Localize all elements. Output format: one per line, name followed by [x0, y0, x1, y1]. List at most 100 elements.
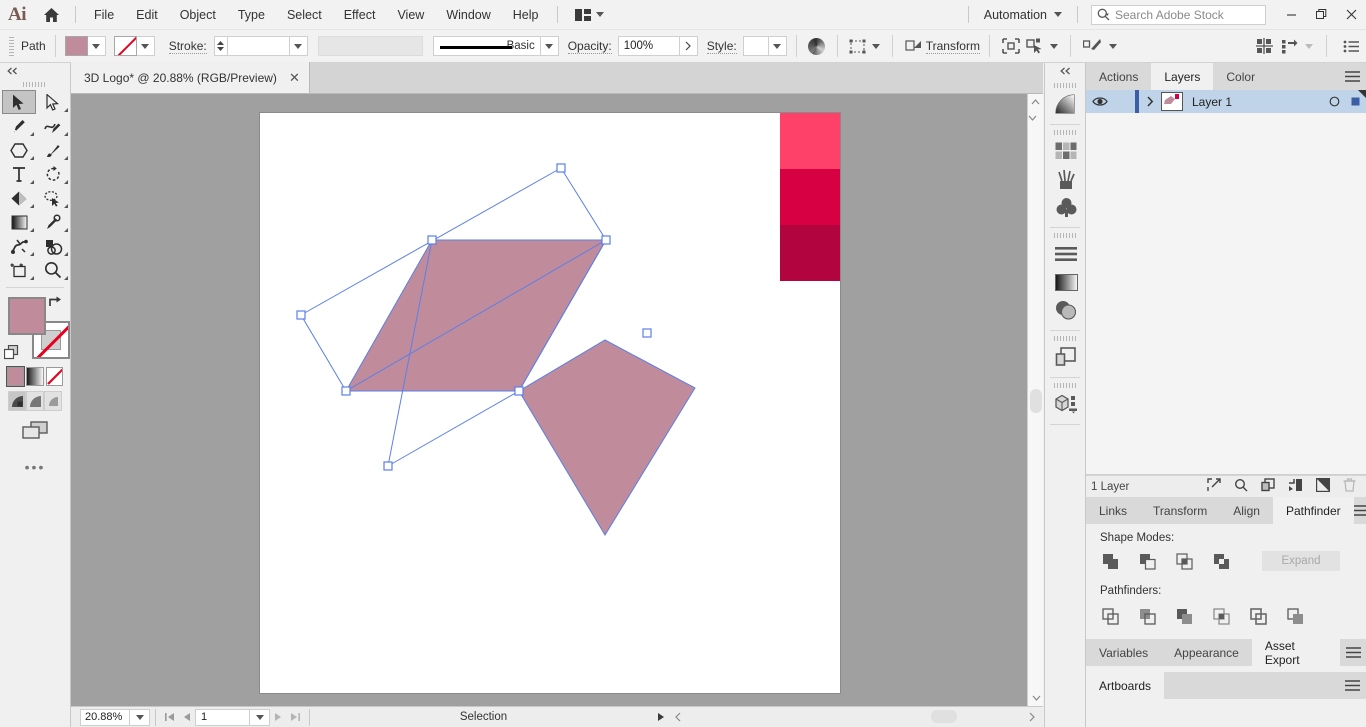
graphic-style-swatch[interactable]	[742, 36, 769, 56]
gradient2-panel-icon[interactable]	[1045, 268, 1087, 296]
layer-name[interactable]: Layer 1	[1183, 95, 1324, 109]
tool-type-tool[interactable]	[2, 162, 36, 186]
menu-edit[interactable]: Edit	[125, 4, 169, 26]
first-artboard-icon[interactable]	[161, 709, 178, 726]
zoom-level-input[interactable]: 20.88%	[80, 708, 130, 726]
canvas-scroll-thumb[interactable]	[1030, 389, 1042, 413]
outline-icon[interactable]	[1248, 606, 1268, 626]
stroke-swatch-none-icon[interactable]	[113, 36, 137, 56]
fill-swatch[interactable]	[64, 36, 88, 56]
merge-icon[interactable]	[1174, 606, 1194, 626]
stroke-weight-input[interactable]	[226, 36, 290, 56]
menu-type[interactable]: Type	[227, 4, 276, 26]
rail-grip-5[interactable]	[1045, 381, 1085, 390]
stroke-panel-icon[interactable]	[1045, 240, 1087, 268]
zoom-chevron-down-icon[interactable]	[130, 708, 150, 726]
tab-color[interactable]: Color	[1213, 63, 1268, 90]
scroll-bottom-icon[interactable]	[1028, 690, 1044, 706]
layers-panel[interactable]: Layer 1	[1086, 90, 1366, 475]
tool-selection-tool[interactable]	[2, 90, 36, 114]
align-chevron-down-icon[interactable]	[869, 43, 883, 49]
swap-fill-stroke-icon[interactable]	[48, 295, 62, 311]
expand-layer-icon[interactable]	[1139, 96, 1161, 107]
logo-artwork[interactable]	[260, 113, 840, 693]
tab-layers[interactable]: Layers	[1151, 63, 1214, 90]
menu-window[interactable]: Window	[435, 4, 501, 26]
tool-direct-selection-tool[interactable]	[36, 90, 70, 114]
minus-back-icon[interactable]	[1285, 606, 1305, 626]
fill-color-swatch[interactable]	[8, 297, 46, 335]
stroke-color-control[interactable]	[113, 36, 155, 56]
tools-panel-grip[interactable]	[0, 78, 70, 90]
transform-label[interactable]: Transform	[925, 39, 980, 54]
last-artboard-icon[interactable]	[287, 709, 304, 726]
menu-effect[interactable]: Effect	[333, 4, 387, 26]
scroll-up-icon[interactable]	[1028, 94, 1043, 110]
tool-zoom-tool[interactable]	[36, 258, 70, 282]
scroll-down-arrow-icon[interactable]	[1028, 110, 1037, 126]
control-bar-grip[interactable]	[9, 36, 14, 56]
tool-artboard-tool[interactable]	[2, 258, 36, 282]
minimize-button[interactable]	[1276, 0, 1306, 30]
crop-icon[interactable]	[1211, 606, 1231, 626]
brush-definition-select[interactable]: Basic	[432, 36, 541, 56]
transparency-panel-icon[interactable]	[1045, 296, 1087, 324]
next-artboard-icon[interactable]	[270, 709, 287, 726]
maximize-restore-button[interactable]	[1306, 0, 1336, 30]
swatches-panel-icon[interactable]	[1045, 137, 1087, 165]
stroke-dropdown-chevron-down-icon[interactable]	[136, 36, 155, 56]
default-fill-stroke-icon[interactable]	[3, 344, 19, 363]
new-sublayer-icon[interactable]	[1261, 478, 1275, 495]
tool-eraser-tool[interactable]	[2, 186, 36, 210]
menu-file[interactable]: File	[83, 4, 125, 26]
color-fill-mode[interactable]	[5, 366, 26, 387]
tool-paintbrush-tool[interactable]	[36, 138, 70, 162]
gradient-fill-mode[interactable]	[26, 367, 44, 386]
artboard[interactable]	[260, 113, 840, 693]
rail-grip-2[interactable]	[1045, 128, 1085, 137]
transform-panel-icon[interactable]	[902, 39, 926, 53]
rail-grip-4[interactable]	[1045, 334, 1085, 343]
draw-normal-mode[interactable]	[8, 391, 26, 411]
layers-panel-icon[interactable]	[1045, 343, 1087, 371]
gradient-panel-icon[interactable]	[1045, 90, 1087, 118]
draw-inside-mode[interactable]	[44, 391, 62, 411]
select-similar-icon[interactable]	[1023, 38, 1047, 54]
rail-grip-1[interactable]	[1045, 81, 1085, 90]
collapse-panel-icon[interactable]	[0, 63, 70, 78]
target-circle-icon[interactable]	[1324, 96, 1344, 107]
tool-blend-tool[interactable]	[36, 234, 70, 258]
stroke-weight-stepper[interactable]	[213, 36, 227, 56]
menu-object[interactable]: Object	[169, 4, 227, 26]
recolor-artwork-icon[interactable]	[806, 37, 828, 55]
edit-toolbar-icon[interactable]: •••	[0, 441, 70, 475]
new-layer-icon[interactable]	[1316, 478, 1331, 495]
stroke-weight-chevron-down-icon[interactable]	[289, 36, 308, 56]
tool-pen-tool[interactable]	[2, 114, 36, 138]
horizontal-scroll-thumb[interactable]	[931, 710, 957, 723]
select-similar-chevron-down-icon[interactable]	[1047, 43, 1061, 49]
expand-panels-icon[interactable]	[1045, 63, 1085, 78]
tab-links[interactable]: Links	[1086, 497, 1140, 524]
fill-dropdown-chevron-down-icon[interactable]	[87, 36, 106, 56]
brush-definition-chevron-down-icon[interactable]	[540, 36, 559, 56]
find-icon[interactable]	[1234, 478, 1248, 495]
scroll-right-icon[interactable]	[1023, 709, 1040, 726]
menu-view[interactable]: View	[386, 4, 435, 26]
draw-behind-mode[interactable]	[26, 391, 44, 411]
trim-icon[interactable]	[1137, 606, 1157, 626]
minus-front-icon[interactable]	[1137, 551, 1157, 571]
panel-menu-icon[interactable]	[1338, 63, 1366, 90]
tab-align[interactable]: Align	[1220, 497, 1273, 524]
asset-export-panel-menu-icon[interactable]	[1340, 639, 1366, 666]
symbols-panel-icon[interactable]	[1045, 193, 1087, 221]
opacity-label[interactable]: Opacity:	[567, 39, 612, 54]
pathfinder-panel-menu-icon[interactable]	[1353, 497, 1366, 524]
previous-artboard-icon[interactable]	[178, 709, 195, 726]
opacity-expand-icon[interactable]	[679, 36, 698, 56]
divide-icon[interactable]	[1100, 606, 1120, 626]
visibility-eye-icon[interactable]	[1086, 96, 1113, 107]
artboard-chevron-down-icon[interactable]	[250, 708, 270, 726]
close-tab-icon[interactable]: ✕	[289, 70, 300, 86]
tab-artboards[interactable]: Artboards	[1086, 672, 1165, 699]
